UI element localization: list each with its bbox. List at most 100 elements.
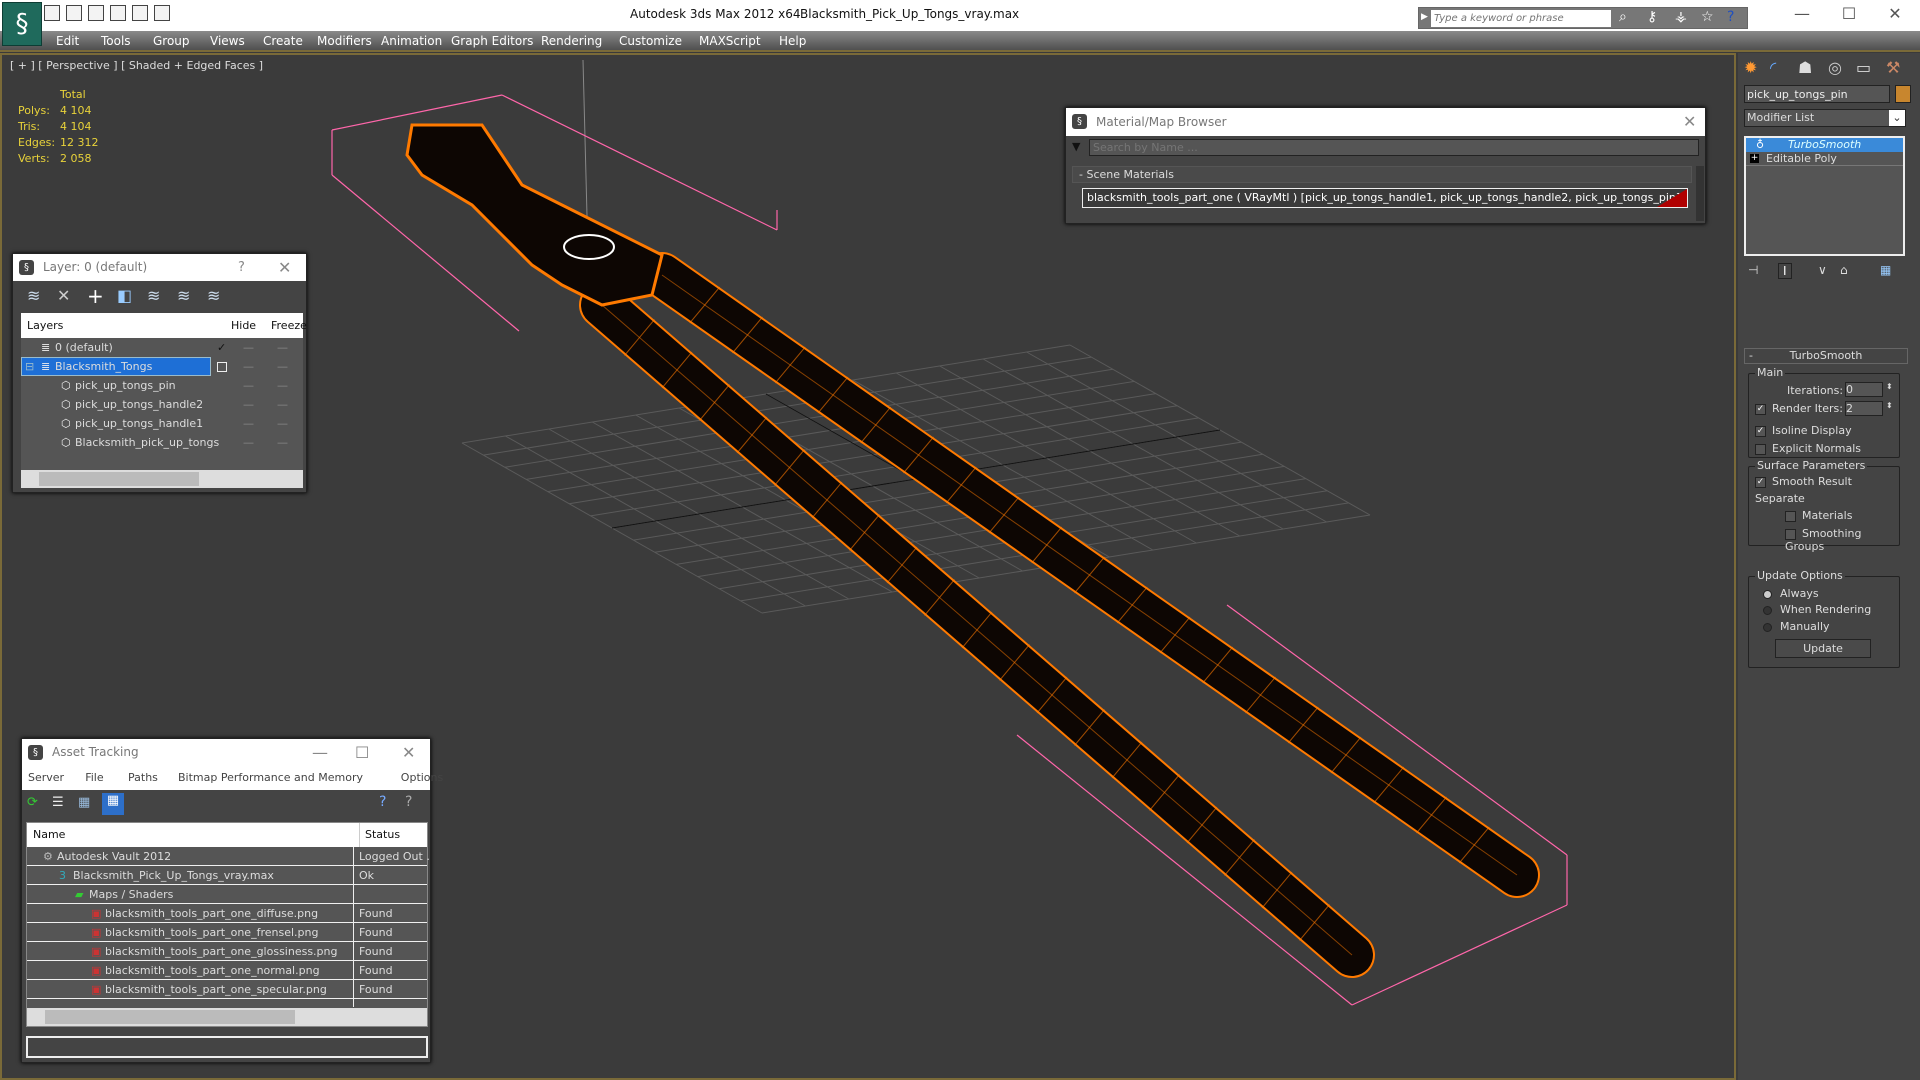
close-button[interactable]: ✕ — [278, 254, 291, 281]
new-layer-icon[interactable]: ≋ — [27, 286, 40, 305]
asset-menu-server[interactable]: Server — [28, 771, 64, 784]
binoculars-icon[interactable]: ⌕ — [1619, 9, 1627, 25]
keyword-search-input[interactable] — [1431, 10, 1611, 27]
freeze-toggle[interactable]: — — [277, 376, 288, 395]
asset-menu-file[interactable]: File — [85, 771, 103, 784]
freeze-toggle[interactable]: — — [277, 395, 288, 414]
horizontal-scrollbar[interactable] — [21, 470, 303, 488]
help-icon[interactable]: ? — [1727, 9, 1734, 25]
refresh-icon[interactable]: ⟳ — [27, 795, 38, 810]
table-icon[interactable]: ▦ — [102, 793, 124, 815]
expand-icon[interactable]: ▶ — [1421, 12, 1428, 22]
hierarchy-tab-icon[interactable]: ☗ — [1798, 58, 1812, 77]
scroll-thumb[interactable] — [45, 1010, 295, 1024]
update-button[interactable]: Update — [1775, 639, 1871, 658]
menu-maxscript[interactable]: MAXScript — [699, 34, 761, 48]
horizontal-scrollbar[interactable] — [27, 1008, 427, 1026]
undo-icon[interactable] — [132, 5, 148, 21]
menu-views[interactable]: Views — [210, 34, 245, 48]
asset-menu-paths[interactable]: Paths — [128, 771, 158, 784]
object-color-swatch[interactable] — [1895, 85, 1911, 103]
make-unique-icon[interactable]: ∨ — [1818, 263, 1827, 277]
asset-menu-bitmap[interactable]: Bitmap Performance and Memory — [178, 771, 363, 784]
new-icon[interactable] — [88, 5, 104, 21]
asset-row[interactable]: ▣ blacksmith_tools_part_one_normal.png F… — [27, 961, 427, 980]
path-field[interactable] — [26, 1036, 428, 1058]
list-icon[interactable]: ☰ — [52, 795, 64, 810]
close-button[interactable]: ✕ — [402, 739, 415, 766]
col-freeze[interactable]: Freeze — [271, 313, 307, 338]
always-radio[interactable]: Always — [1763, 587, 1819, 600]
modifier-list-dropdown[interactable]: Modifier List ⌄ — [1744, 109, 1906, 127]
help-button[interactable]: ? — [238, 254, 245, 281]
material-browser-title-bar[interactable]: § Material/Map Browser ✕ — [1066, 108, 1705, 136]
hide-all-icon[interactable]: ≋ — [207, 286, 220, 305]
remove-modifier-icon[interactable]: ⌂ — [1840, 263, 1848, 277]
highlight-layer-icon[interactable]: ≋ — [177, 286, 190, 305]
layer-row[interactable]: ⬡ pick_up_tongs_handle2 — — — [21, 395, 303, 414]
asset-row[interactable]: ▣ blacksmith_tools_part_one_diffuse.png … — [27, 904, 427, 923]
spinner-arrows-icon[interactable]: ⬍ — [1886, 382, 1893, 391]
close-button[interactable]: ✕ — [1683, 108, 1696, 136]
iterations-spinner[interactable] — [1845, 382, 1883, 397]
add-to-layer-icon[interactable]: + — [87, 284, 104, 308]
save-icon[interactable] — [66, 5, 82, 21]
tree-icon[interactable]: ▦ — [78, 795, 90, 810]
menu-graph-editors[interactable]: Graph Editors — [451, 34, 533, 48]
render-iters-spinner[interactable] — [1845, 401, 1883, 416]
expand-icon[interactable]: + — [1750, 154, 1759, 163]
maximize-button[interactable]: ☐ — [1834, 4, 1864, 23]
stack-item-turbosmooth[interactable]: ♁ TurboSmooth — [1746, 138, 1903, 152]
freeze-toggle[interactable]: — — [277, 414, 288, 433]
menu-modifiers[interactable]: Modifiers — [317, 34, 372, 48]
maximize-button[interactable]: ☐ — [355, 739, 369, 766]
hide-toggle[interactable]: — — [243, 433, 254, 452]
asset-row[interactable]: ▣ blacksmith_tools_part_one_glossiness.p… — [27, 942, 427, 961]
asset-row[interactable]: ▣ blacksmith_tools_part_one_specular.png… — [27, 980, 427, 999]
asset-row[interactable]: 3 Blacksmith_Pick_Up_Tongs_vray.max Ok — [27, 866, 427, 885]
viewport-label[interactable]: [ + ] [ Perspective ] [ Shaded + Edged F… — [10, 59, 263, 72]
help-icon[interactable]: ? — [379, 794, 386, 810]
hide-toggle[interactable]: — — [243, 338, 254, 357]
star-icon[interactable]: ☆ — [1701, 9, 1714, 25]
layer-row[interactable]: ≣ 0 (default) ✓ — — — [21, 338, 303, 357]
app-menu-button[interactable]: § — [2, 2, 42, 46]
turbosmooth-rollout-header[interactable]: - TurboSmooth — [1744, 348, 1908, 364]
spinner-arrows-icon[interactable]: ⬍ — [1886, 401, 1893, 410]
satellite-icon[interactable]: ⚶ — [1675, 9, 1687, 25]
collapse-icon[interactable]: ⊟ — [25, 357, 34, 376]
minimize-button[interactable]: — — [312, 739, 328, 766]
delete-layer-icon[interactable]: ✕ — [57, 286, 70, 305]
menu-help[interactable]: Help — [779, 34, 806, 48]
layer-row[interactable]: ⬡ pick_up_tongs_handle1 — — — [21, 414, 303, 433]
options-dropdown-icon[interactable]: ▼ — [1072, 140, 1080, 153]
select-layer-icon[interactable]: ≋ — [147, 286, 160, 305]
asset-menu-options[interactable]: Options — [401, 771, 443, 784]
scroll-thumb[interactable] — [39, 472, 199, 486]
menu-edit[interactable]: Edit — [56, 34, 79, 48]
open-icon[interactable] — [44, 5, 60, 21]
select-objects-icon[interactable]: ◧ — [117, 286, 132, 305]
hide-toggle[interactable]: — — [243, 376, 254, 395]
menu-create[interactable]: Create — [263, 34, 303, 48]
show-end-result-icon[interactable]: I — [1778, 263, 1792, 279]
manually-radio[interactable]: Manually — [1763, 620, 1830, 633]
modify-tab-icon[interactable]: ◜ — [1770, 58, 1776, 77]
display-tab-icon[interactable]: ▭ — [1856, 58, 1871, 77]
motion-tab-icon[interactable]: ◎ — [1828, 58, 1842, 77]
menu-tools[interactable]: Tools — [101, 34, 131, 48]
stack-item-editable-poly[interactable]: + Editable Poly — [1746, 152, 1903, 166]
minimize-button[interactable]: — — [1787, 4, 1817, 23]
render-iters-checkbox[interactable]: ✓ Render Iters: — [1755, 402, 1843, 415]
close-button[interactable]: ✕ — [1880, 4, 1910, 23]
hide-toggle[interactable]: — — [243, 357, 254, 376]
freeze-toggle[interactable]: — — [277, 433, 288, 452]
col-status[interactable]: Status — [359, 823, 400, 847]
menu-group[interactable]: Group — [153, 34, 190, 48]
explicit-normals-checkbox[interactable]: Explicit Normals — [1755, 442, 1861, 455]
materials-checkbox[interactable]: Materials — [1785, 509, 1852, 522]
help-off-icon[interactable]: ? — [405, 794, 412, 810]
active-layer-toggle[interactable]: ✓ — [217, 338, 226, 357]
smooth-result-checkbox[interactable]: ✓ Smooth Result — [1755, 475, 1852, 488]
layer-row[interactable]: ⬡ pick_up_tongs_pin — — — [21, 376, 303, 395]
